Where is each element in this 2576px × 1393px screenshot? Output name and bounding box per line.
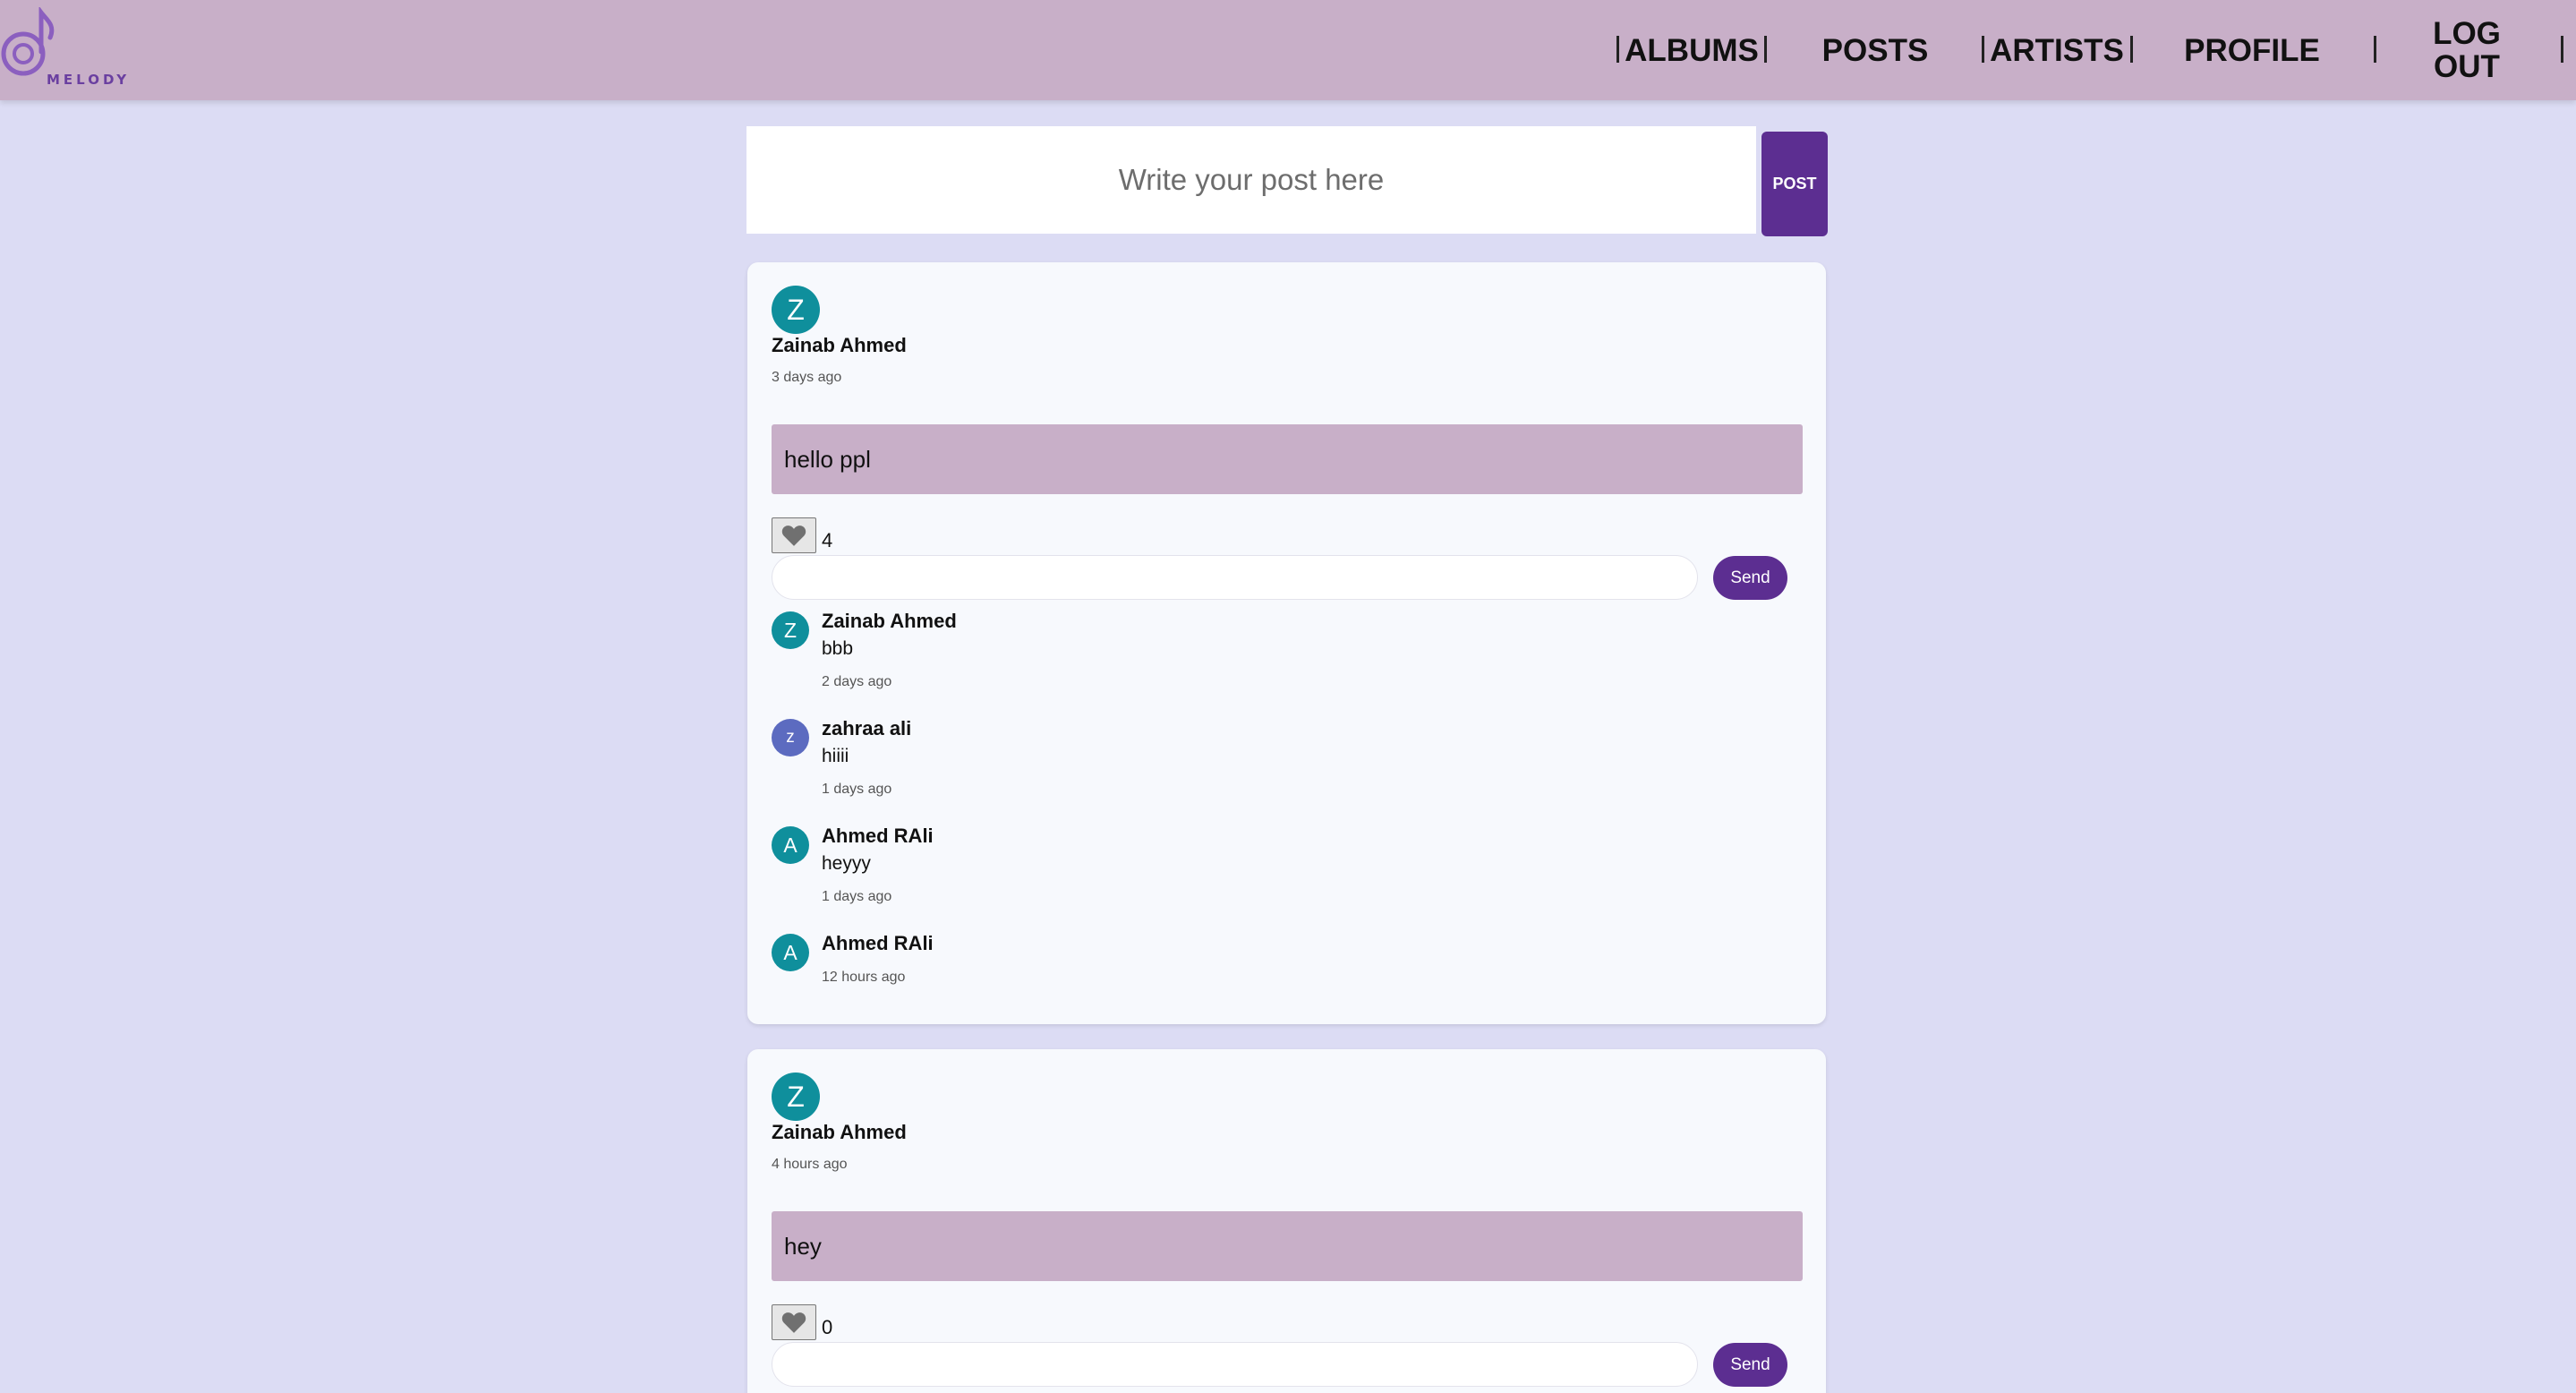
avatar: Z	[772, 286, 820, 334]
comment-text: heyyy	[822, 853, 871, 874]
nav-separator	[1982, 36, 1984, 63]
comment-text: hiiii	[822, 746, 849, 766]
like-button[interactable]	[772, 1304, 816, 1340]
post-card: Z Zainab Ahmed 4 hours ago hey 0 Send	[747, 1049, 1826, 1393]
navbar: MELODY ALBUMS POSTS ARTISTS PROFILE LOG …	[0, 0, 2576, 100]
post-time: 3 days ago	[772, 370, 842, 385]
like-button[interactable]	[772, 517, 816, 553]
comment-time: 1 days ago	[822, 889, 892, 904]
logo-text: MELODY	[47, 72, 131, 88]
send-button[interactable]: Send	[1713, 1343, 1787, 1387]
comment-avatar: A	[772, 934, 809, 971]
heart-icon	[781, 526, 806, 546]
comment-author: Ahmed RAli	[822, 825, 934, 847]
like-count: 0	[822, 1316, 833, 1338]
comment-time: 2 days ago	[822, 674, 892, 689]
comment-text: bbb	[822, 638, 854, 659]
post-input[interactable]	[746, 126, 1756, 234]
nav-albums[interactable]: ALBUMS	[1622, 0, 1761, 100]
post-card: Z Zainab Ahmed 3 days ago hello ppl 4 Se…	[747, 262, 1826, 1024]
nav-separator	[2561, 36, 2563, 63]
post-content: hey	[772, 1211, 1803, 1281]
send-button[interactable]: Send	[1713, 556, 1787, 600]
nav-artists[interactable]: ARTISTS	[1989, 0, 2125, 100]
comment-avatar: z	[772, 719, 809, 756]
avatar: Z	[772, 1073, 820, 1121]
nav-separator	[1764, 36, 1767, 63]
nav-posts[interactable]: POSTS	[1817, 0, 1933, 100]
comment-author: Ahmed RAli	[822, 932, 934, 954]
comment-author: Zainab Ahmed	[822, 610, 957, 632]
post-author: Zainab Ahmed	[772, 334, 907, 356]
post-button[interactable]: POST	[1761, 132, 1828, 236]
nav-separator	[2374, 36, 2376, 63]
melody-logo[interactable]: MELODY	[0, 5, 152, 88]
comment-input[interactable]	[772, 555, 1698, 600]
post-content: hello ppl	[772, 424, 1803, 494]
comment-avatar: Z	[772, 611, 809, 649]
nav-profile[interactable]: PROFILE	[2184, 0, 2320, 100]
post-time: 4 hours ago	[772, 1157, 848, 1172]
nav-logout[interactable]: LOG OUT	[2422, 0, 2512, 100]
post-author: Zainab Ahmed	[772, 1121, 907, 1143]
comment-time: 12 hours ago	[822, 970, 906, 985]
comment-time: 1 days ago	[822, 782, 892, 797]
nav-separator	[1616, 36, 1619, 63]
nav-separator	[2130, 36, 2133, 63]
comment-avatar: A	[772, 826, 809, 864]
heart-icon	[781, 1312, 806, 1333]
comment-author: zahraa ali	[822, 717, 912, 739]
like-count: 4	[822, 529, 833, 551]
comment-input[interactable]	[772, 1342, 1698, 1387]
